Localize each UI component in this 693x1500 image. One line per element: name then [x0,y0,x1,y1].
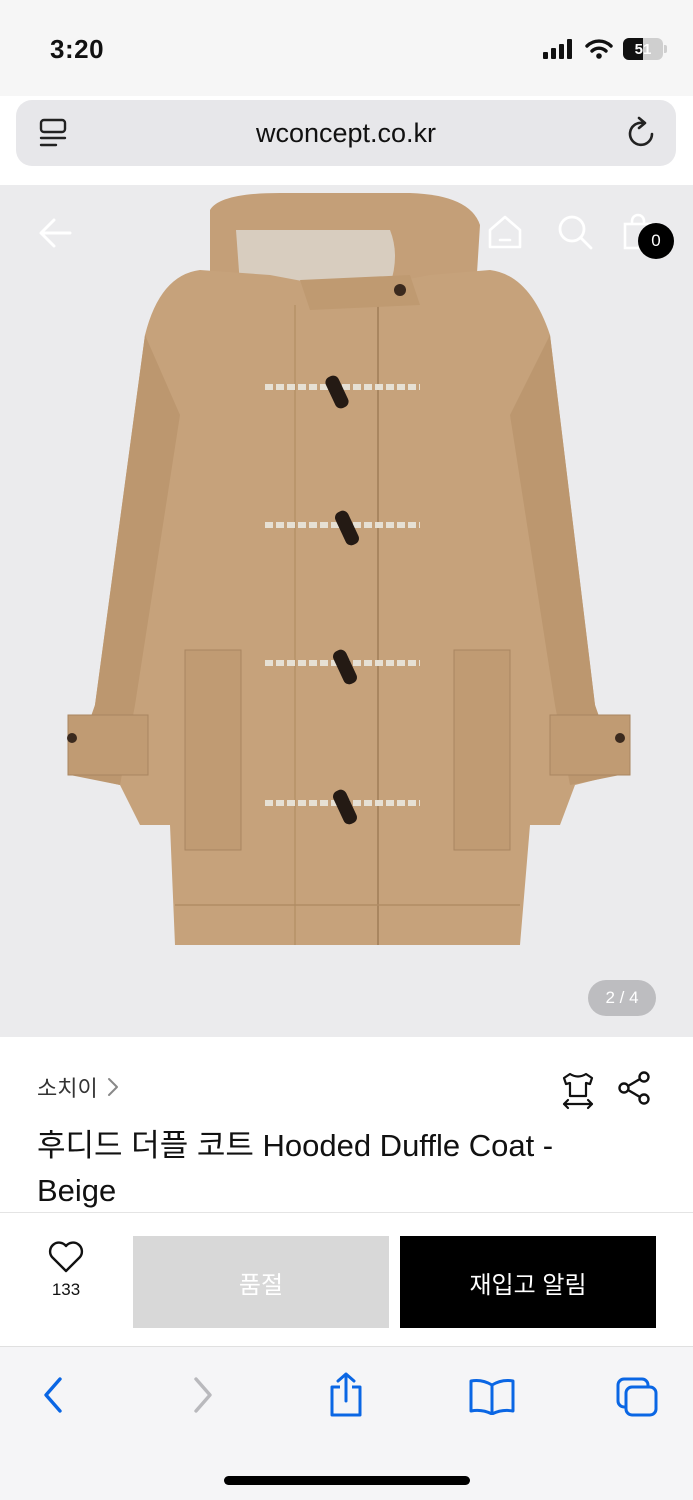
cart-count-badge[interactable]: 0 [638,223,674,259]
restock-alert-button[interactable]: 재입고 알림 [400,1236,656,1328]
like-count: 133 [51,1280,81,1299]
battery-icon: 51 [623,38,663,60]
size-guide-icon[interactable] [558,1070,598,1110]
home-indicator [224,1476,470,1485]
battery-cap [664,45,667,53]
chevron-right-icon [107,1078,118,1096]
url-text[interactable]: wconcept.co.kr [16,118,676,149]
reload-icon[interactable] [626,115,658,149]
status-bar: 3:20 51 [0,0,693,96]
duffle-coat-image [67,193,631,945]
brand-name: 소치이 [37,1076,98,1101]
heart-icon[interactable] [48,1241,84,1273]
browser-back-icon[interactable] [40,1375,66,1415]
status-time: 3:20 [50,34,105,64]
product-title: 후디드 더플 코트 Hooded Duffle Coat - Beige [37,1128,554,1208]
status-icons: 51 [543,38,667,60]
like-button[interactable]: 133 [34,1241,98,1300]
tabs-icon[interactable] [614,1375,660,1419]
product-image-gallery[interactable]: 0 2 / 4 [0,185,693,1037]
address-bar[interactable]: wconcept.co.kr [16,100,676,166]
bookmarks-icon[interactable] [468,1377,516,1415]
home-icon[interactable] [486,213,524,251]
product-info: 소치이 후디드 더플 코트 Hooded Duffle Coat - Beige [0,1037,693,1212]
browser-forward-icon[interactable] [190,1375,216,1415]
back-arrow-icon[interactable] [36,213,76,253]
sold-out-button[interactable]: 품절 [133,1236,389,1328]
share-icon[interactable] [616,1070,652,1106]
wifi-icon [585,39,613,59]
search-icon[interactable] [556,213,594,251]
image-counter: 2 / 4 [588,980,656,1016]
share-sheet-icon[interactable] [326,1371,366,1419]
signal-icon [543,39,572,59]
purchase-action-bar: 133 품절 재입고 알림 [0,1212,693,1346]
brand-link[interactable]: 소치이 [37,1071,120,1103]
battery-level: 51 [634,40,652,58]
